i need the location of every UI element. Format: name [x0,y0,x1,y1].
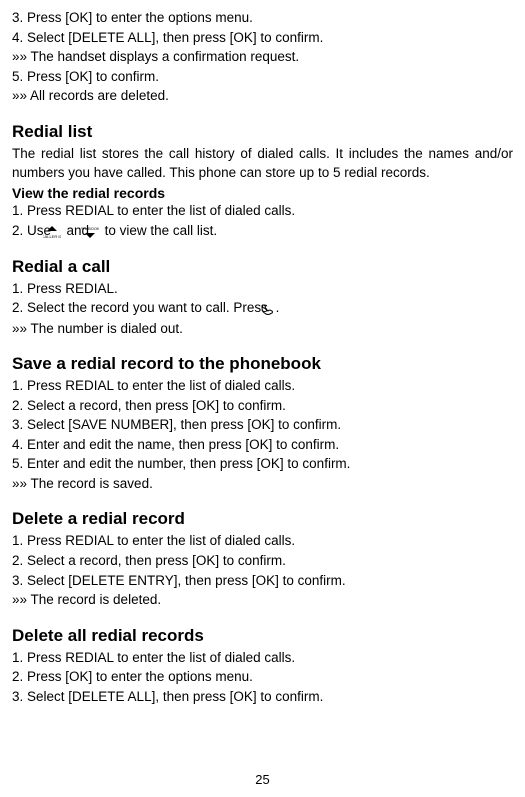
delete-redial-result: »» The record is deleted. [12,590,513,610]
delete-all-step-2: 2. Press [OK] to enter the options menu. [12,667,513,687]
delete-redial-step-1: 1. Press REDIAL to enter the list of dia… [12,531,513,551]
redial-call-step-2: 2. Select the record you want to call. P… [12,298,513,318]
phone-handset-icon [273,299,275,319]
heading-delete-all-redial: Delete all redial records [12,626,513,646]
save-redial-step-1: 1. Press REDIAL to enter the list of dia… [12,376,513,396]
down-arrow-phbook-icon: PH. BOOK [94,221,100,241]
view-redial-step-1: 1. Press REDIAL to enter the list of dia… [12,201,513,221]
intro-result-confirmation: »» The handset displays a confirmation r… [12,47,513,67]
subheading-view-redial: View the redial records [12,185,513,201]
page-number: 25 [0,772,525,787]
delete-redial-step-3: 3. Select [DELETE ENTRY], then press [OK… [12,571,513,591]
save-redial-step-4: 4. Enter and edit the name, then press [… [12,435,513,455]
svg-text:PH. BOOK: PH. BOOK [81,226,99,231]
save-redial-step-2: 2. Select a record, then press [OK] to c… [12,396,513,416]
svg-text:CALLER ID: CALLER ID [43,234,61,239]
intro-line-5: 5. Press [OK] to confirm. [12,67,513,87]
redial-call-result: »» The number is dialed out. [12,319,513,339]
intro-line-3: 3. Press [OK] to enter the options menu. [12,8,513,28]
save-redial-step-3: 3. Select [SAVE NUMBER], then press [OK]… [12,415,513,435]
intro-line-4: 4. Select [DELETE ALL], then press [OK] … [12,28,513,48]
delete-all-step-1: 1. Press REDIAL to enter the list of dia… [12,648,513,668]
heading-delete-redial: Delete a redial record [12,509,513,529]
delete-redial-step-2: 2. Select a record, then press [OK] to c… [12,551,513,571]
save-redial-step-5: 5. Enter and edit the number, then press… [12,454,513,474]
save-redial-result: »» The record is saved. [12,474,513,494]
redial-call-step-1: 1. Press REDIAL. [12,279,513,299]
redial-list-body: The redial list stores the call history … [12,144,513,183]
intro-result-deleted: »» All records are deleted. [12,86,513,106]
heading-save-redial: Save a redial record to the phonebook [12,354,513,374]
view-redial-step-2: 2. Use CALLER ID and PH. BOOK to view th… [12,221,513,241]
delete-all-step-3: 3. Select [DELETE ALL], then press [OK] … [12,687,513,707]
heading-redial-call: Redial a call [12,257,513,277]
up-arrow-caller-id-icon: CALLER ID [56,221,62,241]
heading-redial-list: Redial list [12,122,513,142]
